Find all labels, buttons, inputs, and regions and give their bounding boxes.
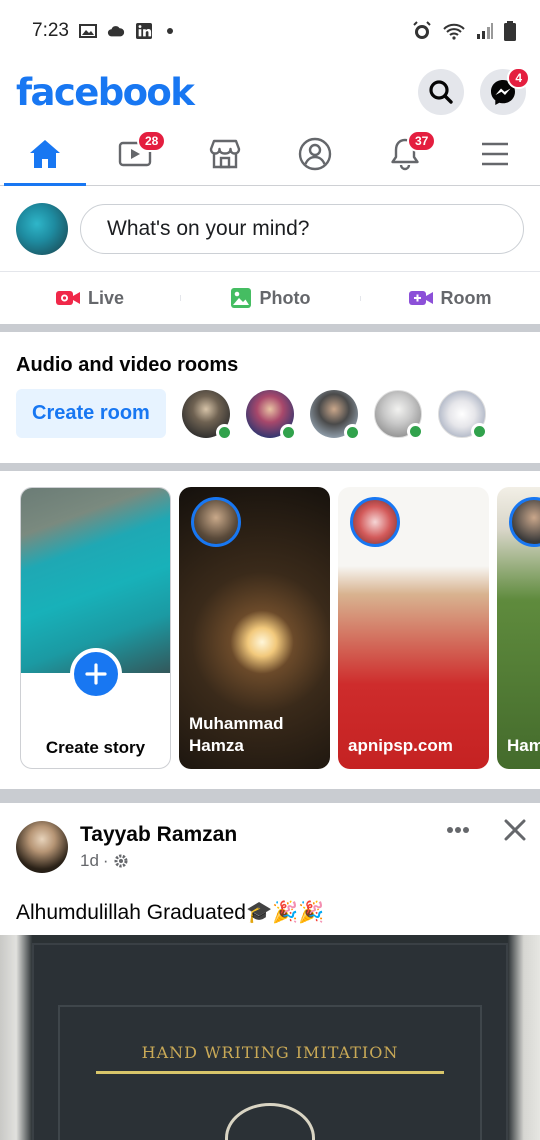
gear-icon xyxy=(114,854,128,868)
messenger-button[interactable]: 4 xyxy=(480,67,530,115)
home-icon xyxy=(30,139,60,168)
online-indicator xyxy=(470,422,488,440)
add-story-button[interactable] xyxy=(69,648,122,700)
cloud-icon xyxy=(107,26,125,37)
online-friend-avatar[interactable] xyxy=(181,389,233,441)
notifications-badge: 37 xyxy=(407,130,437,152)
post-image[interactable]: HAND WRITING IMITATION xyxy=(0,935,540,1140)
post-author[interactable]: Tayyab Ramzan xyxy=(80,823,237,847)
post-composer: What's on your mind? xyxy=(0,186,540,272)
story-card[interactable]: Muhammad Hamza xyxy=(179,487,330,769)
online-friend-avatar[interactable] xyxy=(437,389,488,440)
story-author-name: Ham xyxy=(507,735,540,757)
photo-button[interactable]: Photo xyxy=(180,287,360,309)
messenger-badge: 4 xyxy=(507,67,530,89)
online-friend-avatar[interactable] xyxy=(245,389,297,441)
post-time[interactable]: 1d xyxy=(80,851,99,871)
linkedin-icon xyxy=(135,23,152,39)
watch-badge: 28 xyxy=(137,130,167,152)
story-author-avatar xyxy=(191,497,241,547)
room-label: Room xyxy=(440,287,492,308)
status-bar: 7:23 xyxy=(0,0,540,62)
user-avatar[interactable] xyxy=(16,202,68,255)
room-button[interactable]: Room xyxy=(360,288,540,309)
story-card[interactable]: Ham xyxy=(497,487,540,769)
rooms-title: Audio and video rooms xyxy=(16,354,239,376)
alarm-icon xyxy=(413,21,431,39)
photo-label: Photo xyxy=(259,287,311,308)
profile-icon xyxy=(298,137,332,170)
post-header: Tayyab Ramzan 1d · xyxy=(0,803,540,891)
story-card[interactable]: apnipsp.com xyxy=(338,487,489,769)
online-indicator xyxy=(406,422,424,440)
live-button[interactable]: Live xyxy=(0,288,180,309)
online-indicator xyxy=(215,423,233,441)
tab-watch[interactable]: 28 xyxy=(90,122,180,185)
wifi-icon xyxy=(443,23,465,40)
online-friend-avatar[interactable] xyxy=(373,389,424,440)
story-name-line: Muhammad xyxy=(189,713,284,733)
meta-separator: · xyxy=(102,851,109,870)
book-crest xyxy=(225,1103,315,1140)
search-icon xyxy=(429,80,453,104)
story-name-line: apnipsp.com xyxy=(348,735,453,755)
tab-profile[interactable] xyxy=(270,122,360,185)
signal-icon xyxy=(477,23,493,39)
composer-actions: Live Photo Room xyxy=(0,272,540,324)
online-friend-avatar[interactable] xyxy=(309,389,361,441)
section-divider xyxy=(0,463,540,471)
section-divider xyxy=(0,789,540,803)
story-author-avatar xyxy=(509,497,540,547)
post-meta: 1d · xyxy=(80,851,237,871)
main-tab-bar: 28 37 xyxy=(0,122,540,186)
plus-icon xyxy=(84,663,107,685)
close-icon[interactable] xyxy=(504,819,526,841)
menu-icon xyxy=(482,142,508,165)
tab-menu[interactable] xyxy=(450,122,540,185)
story-author-name: Muhammad Hamza xyxy=(189,713,283,757)
more-options-icon[interactable] xyxy=(446,826,470,834)
room-icon xyxy=(408,291,433,305)
tab-notifications[interactable]: 37 xyxy=(360,122,450,185)
story-name-line: Ham xyxy=(507,735,540,755)
book-title: HAND WRITING IMITATION xyxy=(141,1043,399,1062)
photo-icon xyxy=(230,288,251,308)
story-cover-image xyxy=(21,488,170,673)
post-text: Alhumdulillah Graduated🎓🎉🎉 xyxy=(16,901,325,924)
story-author-avatar xyxy=(350,497,400,547)
more-notifications-dot-icon xyxy=(166,28,173,34)
status-input[interactable]: What's on your mind? xyxy=(80,203,524,254)
tab-home[interactable] xyxy=(0,122,90,186)
clock: 7:23 xyxy=(32,20,69,41)
online-indicator xyxy=(279,423,297,441)
online-indicator xyxy=(343,423,361,441)
story-author-name: apnipsp.com xyxy=(348,735,453,757)
facebook-logo[interactable]: facebook xyxy=(16,71,195,114)
section-divider xyxy=(0,324,540,332)
image-icon xyxy=(78,24,97,38)
create-room-button[interactable]: Create room xyxy=(16,389,166,438)
book-rule xyxy=(96,1071,444,1074)
story-name-line: Hamza xyxy=(189,735,244,755)
app-header: facebook 4 xyxy=(0,62,540,122)
live-label: Live xyxy=(87,287,125,308)
book-overlay: HAND WRITING IMITATION xyxy=(32,943,508,1140)
live-video-icon xyxy=(55,291,80,305)
battery-icon xyxy=(504,21,516,41)
author-avatar[interactable] xyxy=(16,821,68,873)
stories-tray: Create story Muhammad Hamza apnipsp.com H… xyxy=(0,471,540,789)
create-story-label: Create story xyxy=(45,738,146,757)
create-story-card[interactable]: Create story xyxy=(20,487,171,769)
feed-post: Tayyab Ramzan 1d · Alhumdulillah Graduat… xyxy=(0,803,540,1140)
marketplace-icon xyxy=(209,139,241,168)
tab-marketplace[interactable] xyxy=(180,122,270,185)
search-button[interactable] xyxy=(418,69,464,115)
rooms-section: Audio and video rooms Create room xyxy=(0,332,540,463)
